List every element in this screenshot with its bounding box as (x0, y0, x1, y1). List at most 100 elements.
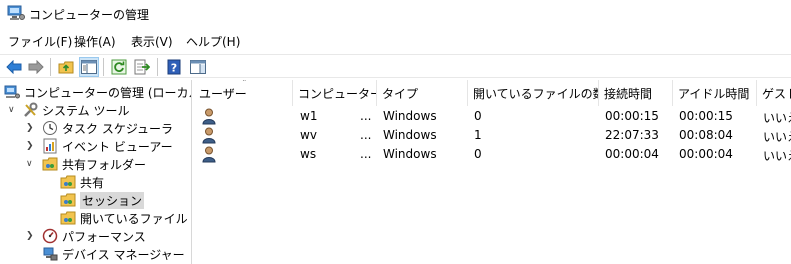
tree-label: 共有 (80, 175, 105, 190)
computer-management-icon (4, 85, 20, 99)
folder-up-icon (58, 61, 74, 74)
shared-folder-icon (60, 175, 76, 189)
export-list-icon (134, 59, 150, 75)
tree-label: コンピューターの管理 (ローカル) (24, 85, 192, 100)
show-hide-action-pane-button[interactable] (188, 57, 208, 77)
open-files-folder-icon (60, 211, 76, 225)
forward-button[interactable] (26, 57, 46, 77)
tree-label: タスク スケジューラ (62, 121, 173, 136)
tree-label: デバイス マネージャー (62, 247, 185, 262)
type-cell: Windows (383, 128, 437, 142)
menu-view[interactable]: 表示(V) (131, 33, 173, 50)
user-icon (202, 127, 216, 144)
session-row[interactable]: ws ... Windows 0 00:00:04 00:00:04 いいえ (194, 145, 791, 164)
svg-text:?: ? (171, 62, 177, 75)
console-tree-icon (81, 60, 97, 74)
tree-item-computer-management[interactable]: コンピューターの管理 (ローカル) (4, 83, 192, 101)
column-header-label: ユーザー (199, 86, 247, 101)
tree-item-open-files[interactable]: 開いているファイル (60, 209, 188, 227)
connected-time-cell: 00:00:15 (605, 109, 659, 123)
column-header-idle-time[interactable]: アイドル時間 (673, 80, 757, 106)
title-bar: コンピューターの管理 (0, 0, 791, 28)
guest-cell: いいえ (763, 130, 791, 144)
tree-label: 共有フォルダー (62, 157, 147, 172)
session-row[interactable]: w1 ... Windows 0 00:00:15 00:00:15 いいえ (194, 107, 791, 126)
device-manager-icon (43, 247, 58, 261)
open-files-cell: 1 (474, 128, 482, 142)
tree-item-sessions[interactable]: セッション (60, 191, 145, 209)
refresh-icon (111, 59, 127, 75)
performance-icon (42, 228, 58, 244)
forward-arrow-icon (28, 60, 44, 74)
session-row[interactable]: wv ... Windows 1 22:07:33 00:08:04 いいえ (194, 126, 791, 145)
expand-chevron-icon[interactable]: ∨ (8, 105, 18, 115)
column-header-label: アイドル時間 (678, 86, 750, 101)
collapse-chevron-icon[interactable]: ❯ (26, 123, 36, 133)
action-pane-icon (190, 60, 206, 74)
type-cell: Windows (383, 109, 437, 123)
column-header-connected-time[interactable]: 接続時間 (599, 80, 673, 106)
expand-chevron-icon[interactable]: ∨ (26, 159, 36, 169)
event-viewer-icon (43, 138, 57, 154)
show-hide-console-tree-button[interactable] (79, 57, 99, 77)
window-title: コンピューターの管理 (29, 8, 150, 22)
help-button[interactable]: ? (164, 57, 184, 77)
tools-icon (24, 102, 38, 117)
truncation-ellipsis: ... (360, 109, 372, 123)
sessions-list: ユーザー ˄ コンピューター タイプ 開いているファイルの数 接続時間 アイドル… (194, 80, 791, 264)
tree-item-performance[interactable]: パフォーマンス (42, 227, 146, 245)
tree-item-system-tools[interactable]: システム ツール (22, 101, 129, 119)
column-header-label: ゲスト (762, 86, 791, 101)
export-list-button[interactable] (132, 57, 152, 77)
column-header-label: 接続時間 (604, 86, 653, 101)
menu-file[interactable]: ファイル(F) (8, 33, 72, 50)
tree-item-event-viewer[interactable]: イベント ビューアー (42, 137, 173, 155)
tree-label: イベント ビューアー (62, 139, 173, 154)
computer-cell: ws (300, 147, 317, 161)
tree-label: セッション (80, 191, 145, 209)
menu-action[interactable]: 操作(A) (74, 33, 116, 50)
connected-time-cell: 22:07:33 (605, 128, 659, 142)
tree-label: 開いているファイル (80, 211, 188, 226)
console-tree: コンピューターの管理 (ローカル) ∨ システム ツール ❯ タスク スケジュー… (0, 80, 192, 264)
column-header-user[interactable]: ユーザー ˄ (194, 80, 293, 106)
column-header-guest[interactable]: ゲスト (757, 80, 791, 106)
computer-management-icon (7, 5, 25, 20)
computer-cell: wv (300, 128, 317, 142)
user-icon (202, 108, 216, 125)
collapse-chevron-icon[interactable]: ❯ (26, 231, 36, 241)
guest-cell: いいえ (763, 149, 791, 163)
clock-icon (43, 121, 57, 135)
help-book-icon: ? (167, 59, 181, 75)
menu-help[interactable]: ヘルプ(H) (186, 33, 240, 50)
tree-label: パフォーマンス (62, 229, 146, 244)
refresh-button[interactable] (109, 57, 129, 77)
truncation-ellipsis: ... (360, 147, 372, 161)
open-files-cell: 0 (474, 109, 482, 123)
guest-cell: いいえ (763, 111, 791, 125)
computer-cell: w1 (300, 109, 318, 123)
tree-label: システム ツール (42, 103, 130, 118)
tree-item-shares[interactable]: 共有 (60, 173, 104, 191)
collapse-chevron-icon[interactable]: ❯ (26, 141, 36, 151)
column-header-computer[interactable]: コンピューター (293, 80, 377, 106)
column-header-label: コンピューター (298, 86, 377, 101)
idle-time-cell: 00:08:04 (679, 128, 733, 142)
column-header-label: 開いているファイルの数 (473, 86, 599, 101)
back-arrow-icon (6, 60, 22, 74)
menu-bar: ファイル(F) 操作(A) 表示(V) ヘルプ(H) (0, 31, 791, 51)
up-level-button[interactable] (56, 57, 76, 77)
tree-item-device-manager[interactable]: デバイス マネージャー (42, 245, 185, 263)
column-header-type[interactable]: タイプ (377, 80, 468, 106)
sessions-folder-icon (60, 193, 76, 207)
idle-time-cell: 00:00:04 (679, 147, 733, 161)
back-button[interactable] (4, 57, 24, 77)
tree-item-task-scheduler[interactable]: タスク スケジューラ (42, 119, 173, 137)
column-header-open-files[interactable]: 開いているファイルの数 (468, 80, 599, 106)
open-files-cell: 0 (474, 147, 482, 161)
sort-ascending-icon: ˄ (242, 80, 247, 89)
toolbar: ? (0, 54, 791, 78)
truncation-ellipsis: ... (360, 128, 372, 142)
tree-item-shared-folders[interactable]: 共有フォルダー (42, 155, 146, 173)
type-cell: Windows (383, 147, 437, 161)
